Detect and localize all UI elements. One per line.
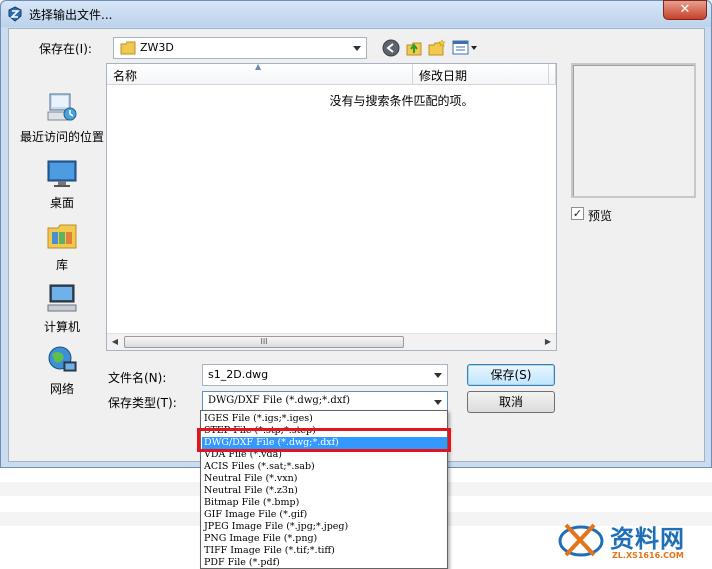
save-type-option[interactable]: TIFF Image File (*.tif;*.tiff) — [202, 545, 447, 557]
save-type-option[interactable]: IGES File (*.igs;*.iges) — [202, 413, 447, 425]
place-computer[interactable]: 计算机 — [16, 282, 108, 335]
dialog-client-area: 保存在(I): ZW3D 最近访问的位置 桌面 库 计算机 网络 名称 ▲ 修改… — [8, 28, 705, 462]
chevron-down-icon — [434, 400, 442, 405]
window-title: 选择输出文件... — [29, 8, 113, 22]
place-label: 计算机 — [43, 320, 80, 334]
save-type-option[interactable]: JPEG Image File (*.jpg;*.jpeg) — [202, 521, 447, 533]
preview-label: 预览 — [588, 209, 613, 223]
scroll-left-icon[interactable]: ◀ — [108, 336, 122, 348]
column-header-modified[interactable]: 修改日期 — [413, 64, 549, 85]
place-label: 最近访问的位置 — [19, 130, 104, 144]
up-folder-icon[interactable] — [405, 39, 423, 57]
file-name-value: s1_2D.dwg — [208, 368, 269, 381]
title-bar[interactable]: 选择输出文件... ✕ — [1, 0, 711, 27]
horizontal-scrollbar[interactable]: ◀ III ▶ — [107, 333, 556, 350]
folder-icon — [120, 41, 136, 55]
column-header-more[interactable] — [549, 64, 556, 85]
save-type-option[interactable]: Bitmap File (*.bmp) — [202, 497, 447, 509]
cancel-button[interactable]: 取消 — [467, 391, 555, 413]
close-button[interactable]: ✕ — [663, 0, 707, 20]
place-label: 网络 — [49, 382, 74, 396]
empty-message: 没有与搜索条件匹配的项。 — [329, 94, 474, 108]
save-type-option[interactable]: Neutral File (*.z3n) — [202, 485, 447, 497]
scroll-right-icon[interactable]: ▶ — [541, 336, 555, 348]
watermark: 资料网 ZL.XS1616.COM — [558, 519, 708, 567]
preview-pane — [571, 63, 696, 198]
save-type-label: 保存类型(T): — [108, 396, 177, 410]
desktop-icon — [47, 160, 77, 187]
places-bar: 最近访问的位置 桌面 库 计算机 网络 — [16, 92, 108, 396]
file-name-input[interactable]: s1_2D.dwg — [202, 364, 448, 386]
highlight-box — [197, 428, 451, 452]
scroll-thumb[interactable]: III — [124, 336, 404, 348]
library-icon — [47, 224, 77, 249]
watermark-logo-icon — [558, 523, 604, 557]
column-header-name[interactable]: 名称 ▲ — [107, 62, 413, 85]
place-desktop[interactable]: 桌面 — [16, 158, 108, 211]
new-folder-icon[interactable] — [428, 39, 446, 57]
place-library[interactable]: 库 — [16, 220, 108, 273]
save-type-option[interactable]: ACIS Files (*.sat;*.sab) — [202, 461, 447, 473]
watermark-brand: 资料网 — [610, 525, 685, 553]
save-type-value: DWG/DXF File (*.dwg;*.dxf) — [208, 395, 350, 406]
app-icon — [8, 6, 22, 22]
save-in-dropdown[interactable]: ZW3D — [113, 37, 367, 59]
save-type-option[interactable]: Neutral File (*.vxn) — [202, 473, 447, 485]
save-file-dialog: 选择输出文件... ✕ 保存在(I): ZW3D 最近访问的位置 桌面 库 计算… — [0, 0, 712, 468]
place-recent[interactable]: 最近访问的位置 — [16, 92, 108, 145]
chevron-down-icon — [353, 46, 361, 51]
view-menu-icon[interactable] — [452, 39, 478, 57]
preview-checkbox[interactable]: ✓ — [571, 207, 584, 220]
save-type-option[interactable]: PDF File (*.pdf) — [202, 557, 447, 569]
save-type-option[interactable]: PNG Image File (*.png) — [202, 533, 447, 545]
network-icon — [48, 346, 77, 372]
save-in-label: 保存在(I): — [39, 42, 92, 56]
place-label: 库 — [55, 258, 68, 272]
save-button[interactable]: 保存(S) — [467, 364, 555, 386]
save-type-option[interactable]: GIF Image File (*.gif) — [202, 509, 447, 521]
chevron-down-icon — [434, 373, 442, 378]
sort-up-icon: ▲ — [255, 62, 262, 71]
check-mark: ✓ — [572, 207, 583, 220]
save-in-value: ZW3D — [140, 41, 174, 54]
close-icon: ✕ — [679, 2, 691, 17]
file-list[interactable]: 名称 ▲ 修改日期 没有与搜索条件匹配的项。 ◀ III ▶ — [106, 62, 557, 351]
recent-places-icon — [47, 93, 77, 121]
place-network[interactable]: 网络 — [16, 344, 108, 397]
watermark-url: ZL.XS1616.COM — [612, 551, 684, 560]
place-label: 桌面 — [49, 196, 74, 210]
scroll-grip: III — [260, 337, 268, 346]
file-name-label: 文件名(N): — [108, 371, 167, 385]
computer-icon — [47, 284, 77, 312]
back-icon[interactable] — [382, 39, 400, 57]
